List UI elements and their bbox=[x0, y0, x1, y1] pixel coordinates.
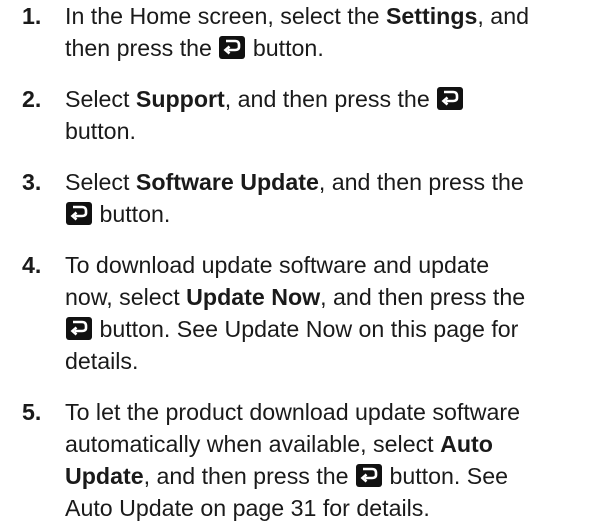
step-number: 3. bbox=[22, 169, 42, 195]
step-text: Select Support, and then press the butto… bbox=[65, 83, 593, 147]
enter-button-icon bbox=[66, 317, 92, 340]
enter-button-icon bbox=[219, 36, 246, 59]
menu-item-settings: Settings bbox=[385, 3, 478, 29]
step-text: To download update software and update n… bbox=[65, 252, 526, 374]
menu-item-software-update: Software Update bbox=[135, 169, 319, 195]
enter-button-icon bbox=[356, 464, 382, 487]
step-text: Select Software Update, and then press t… bbox=[65, 169, 524, 227]
step-text: In the Home screen, select the Settings,… bbox=[65, 3, 529, 61]
menu-item-update-now: Update Now bbox=[186, 284, 321, 310]
menu-item-auto-update-cont: Update bbox=[65, 463, 144, 489]
enter-button-icon bbox=[66, 202, 92, 225]
menu-item-support: Support bbox=[135, 86, 225, 112]
step-number: 1. bbox=[22, 3, 42, 29]
step-text: To let the product download update softw… bbox=[65, 399, 521, 521]
step-number: 4. bbox=[22, 252, 42, 278]
step-number: 5. bbox=[22, 399, 42, 425]
enter-button-icon bbox=[437, 87, 464, 110]
menu-item-auto-update: Auto bbox=[440, 431, 493, 457]
step-number: 2. bbox=[22, 86, 42, 112]
